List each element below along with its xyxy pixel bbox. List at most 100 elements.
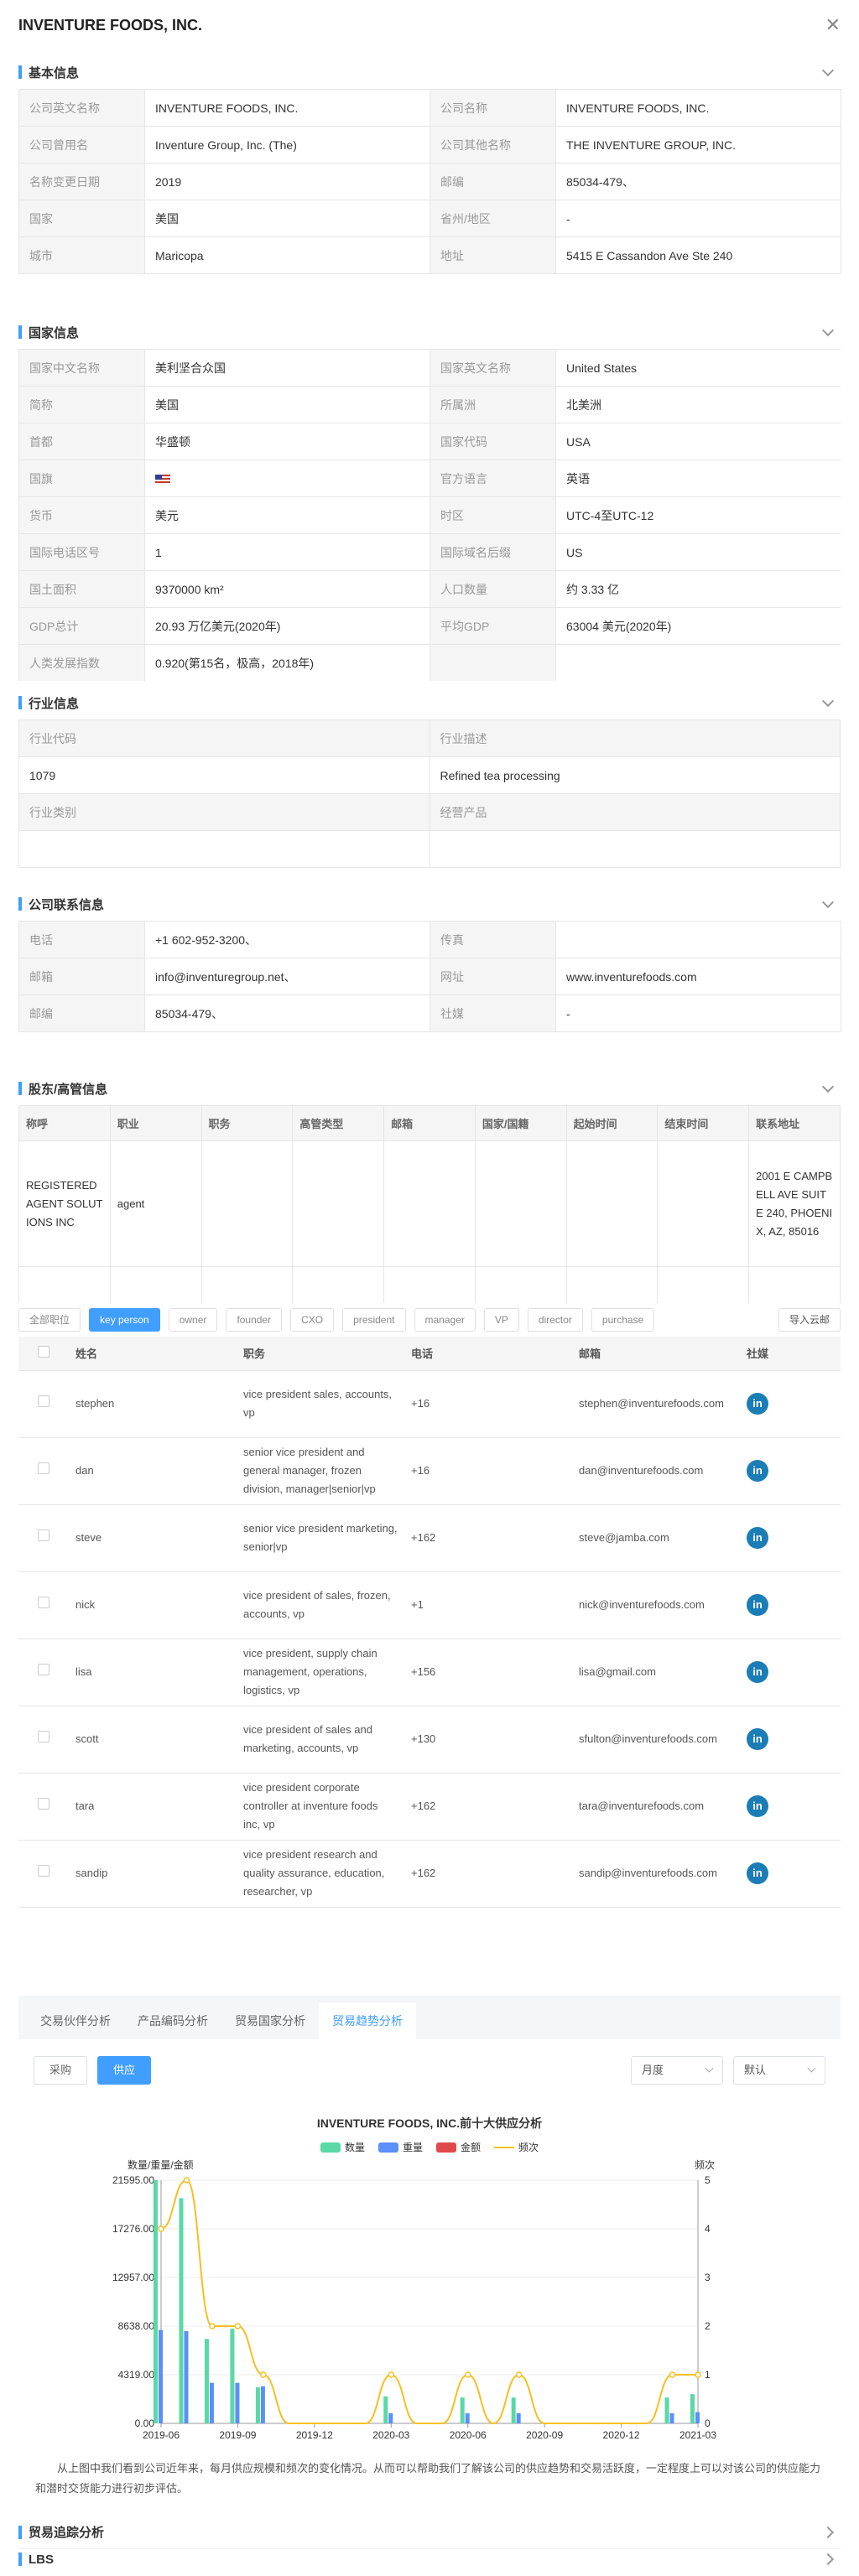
select-all-checkbox[interactable] xyxy=(38,1346,49,1358)
y-tick-right: 1 xyxy=(705,2369,711,2381)
analysis-tab[interactable]: 贸易趋势分析 xyxy=(319,2002,416,2039)
basic-info-header[interactable]: 基本信息 xyxy=(18,55,841,89)
bar-重量[interactable] xyxy=(388,2412,393,2423)
bar-重量[interactable] xyxy=(159,2329,163,2423)
frequency-point[interactable] xyxy=(209,2323,216,2329)
bar-重量[interactable] xyxy=(465,2412,470,2423)
frequency-point[interactable] xyxy=(388,2371,395,2378)
shareholders-header[interactable]: 股东/高管信息 xyxy=(18,1072,841,1105)
filter-button[interactable]: 全部职位 xyxy=(18,1308,81,1332)
bar-数量[interactable] xyxy=(204,2339,209,2423)
shareholders-table: 称呼 职业 职务 高管类型 邮箱 国家/国籍 起始时间 结束时间 联系地址 REGISTERED … xyxy=(18,1105,841,1303)
bar-数量[interactable] xyxy=(154,2180,158,2423)
field-value[interactable]: www.inventurefoods.com xyxy=(555,958,841,995)
filter-button[interactable]: CXO xyxy=(290,1308,335,1332)
filter-button[interactable]: VP xyxy=(483,1308,519,1332)
legend-item[interactable]: 数量 xyxy=(320,2140,365,2154)
bar-重量[interactable] xyxy=(260,2386,265,2423)
legend-item[interactable]: 重量 xyxy=(377,2140,423,2154)
contacts-table-wrap[interactable]: 姓名 职务 电话 邮箱 社媒 stephen vice president sales, a… xyxy=(18,1337,841,1932)
chevron-down-icon[interactable] xyxy=(821,324,835,337)
linkedin-icon[interactable]: in xyxy=(747,1460,768,1482)
chevron-down-icon[interactable] xyxy=(821,896,835,909)
frequency-point[interactable] xyxy=(234,2323,242,2329)
filter-button[interactable]: purchase xyxy=(591,1308,655,1332)
industry-info-header[interactable]: 行业信息 xyxy=(18,686,841,719)
bar-数量[interactable] xyxy=(664,2397,669,2423)
analysis-tab[interactable]: 贸易国家分析 xyxy=(221,2002,319,2039)
bar-重量[interactable] xyxy=(209,2382,214,2423)
row-checkbox[interactable] xyxy=(38,1530,49,1541)
bar-数量[interactable] xyxy=(230,2329,235,2423)
shareholders-section: 股东/高管信息 称呼 职业 职务 高管类型 邮箱 国家/国籍 起始时间 结束时间 联系地址 REG… xyxy=(18,1072,841,1932)
empty-cell xyxy=(565,1140,659,1267)
row-checkbox[interactable] xyxy=(38,1395,49,1407)
frequency-point[interactable] xyxy=(260,2371,267,2378)
bar-重量[interactable] xyxy=(669,2412,674,2423)
frequency-point[interactable] xyxy=(515,2371,523,2378)
frequency-line[interactable] xyxy=(160,2179,698,2425)
chevron-right-icon[interactable] xyxy=(821,2553,835,2566)
linkedin-icon[interactable]: in xyxy=(747,1527,768,1549)
table-row: nick vice president of sales, frozen, acc… xyxy=(18,1571,841,1639)
empty-cell xyxy=(657,1266,750,1303)
bar-重量[interactable] xyxy=(516,2412,521,2423)
bar-数量[interactable] xyxy=(383,2396,388,2423)
contact-info-header[interactable]: 公司联系信息 xyxy=(18,887,841,921)
row-checkbox[interactable] xyxy=(38,1731,49,1742)
frequency-point[interactable] xyxy=(695,2371,701,2378)
export-button[interactable]: 导入云邮 xyxy=(778,1308,841,1332)
row-checkbox[interactable] xyxy=(38,1597,49,1608)
filter-button[interactable]: director xyxy=(527,1308,583,1332)
frequency-point[interactable] xyxy=(669,2371,676,2378)
row-checkbox[interactable] xyxy=(38,1462,49,1474)
industry-category-value xyxy=(18,830,430,868)
analysis-tab[interactable]: 交易伙伴分析 xyxy=(27,2002,124,2039)
chevron-down-icon[interactable] xyxy=(821,1080,835,1093)
lbs-section[interactable]: LBS xyxy=(18,2542,841,2576)
bar-重量[interactable] xyxy=(235,2382,240,2423)
field-label: 人类发展指数 xyxy=(18,644,145,681)
linkedin-icon[interactable]: in xyxy=(747,1862,768,1884)
industry-code-value: 1079 xyxy=(18,756,430,794)
row-checkbox[interactable] xyxy=(38,1865,49,1877)
linkedin-icon[interactable]: in xyxy=(747,1594,768,1616)
bar-数量[interactable] xyxy=(460,2397,465,2423)
mode-button[interactable]: 采购 xyxy=(34,2056,88,2085)
linkedin-icon[interactable]: in xyxy=(747,1795,768,1817)
bar-数量[interactable] xyxy=(179,2198,184,2423)
frequency-point[interactable] xyxy=(183,2177,190,2184)
chart-selects: 月度 默认 xyxy=(631,2056,825,2085)
chevron-down-icon[interactable] xyxy=(821,64,835,77)
row-checkbox[interactable] xyxy=(38,1798,49,1810)
analysis-tab[interactable]: 产品编码分析 xyxy=(124,2002,221,2039)
bar-重量[interactable] xyxy=(695,2412,700,2423)
bar-重量[interactable] xyxy=(184,2330,189,2423)
linkedin-icon[interactable]: in xyxy=(747,1661,768,1683)
close-icon[interactable]: ✕ xyxy=(825,14,841,36)
bar-数量[interactable] xyxy=(690,2394,695,2423)
filter-button[interactable]: president xyxy=(342,1308,406,1332)
bar-数量[interactable] xyxy=(255,2387,260,2423)
filter-button[interactable]: manager xyxy=(414,1308,476,1332)
linkedin-icon[interactable]: in xyxy=(747,1728,768,1750)
sort-select[interactable]: 默认 xyxy=(733,2056,825,2085)
frequency-point[interactable] xyxy=(464,2371,471,2378)
mode-button[interactable]: 供应 xyxy=(97,2056,152,2085)
chevron-right-icon[interactable] xyxy=(821,2526,835,2538)
chevron-down-icon[interactable] xyxy=(821,694,835,708)
row-checkbox[interactable] xyxy=(38,1664,49,1675)
contact-name: nick xyxy=(69,1571,237,1639)
contact-phone: +156 xyxy=(404,1639,572,1706)
filter-button[interactable]: owner xyxy=(168,1308,218,1332)
filter-button[interactable]: key person xyxy=(89,1308,160,1332)
bar-数量[interactable] xyxy=(511,2397,516,2423)
legend-item[interactable]: 频次 xyxy=(494,2140,539,2154)
shareholders-table-wrap[interactable]: 称呼 职业 职务 高管类型 邮箱 国家/国籍 起始时间 结束时间 联系地址 REGISTERED … xyxy=(18,1105,841,1303)
country-info-header[interactable]: 国家信息 xyxy=(18,315,841,349)
legend-item[interactable]: 金额 xyxy=(436,2140,481,2154)
filter-button[interactable]: founder xyxy=(226,1308,283,1332)
frequency-point[interactable] xyxy=(158,2225,164,2232)
linkedin-icon[interactable]: in xyxy=(747,1393,768,1415)
period-select[interactable]: 月度 xyxy=(631,2056,723,2085)
